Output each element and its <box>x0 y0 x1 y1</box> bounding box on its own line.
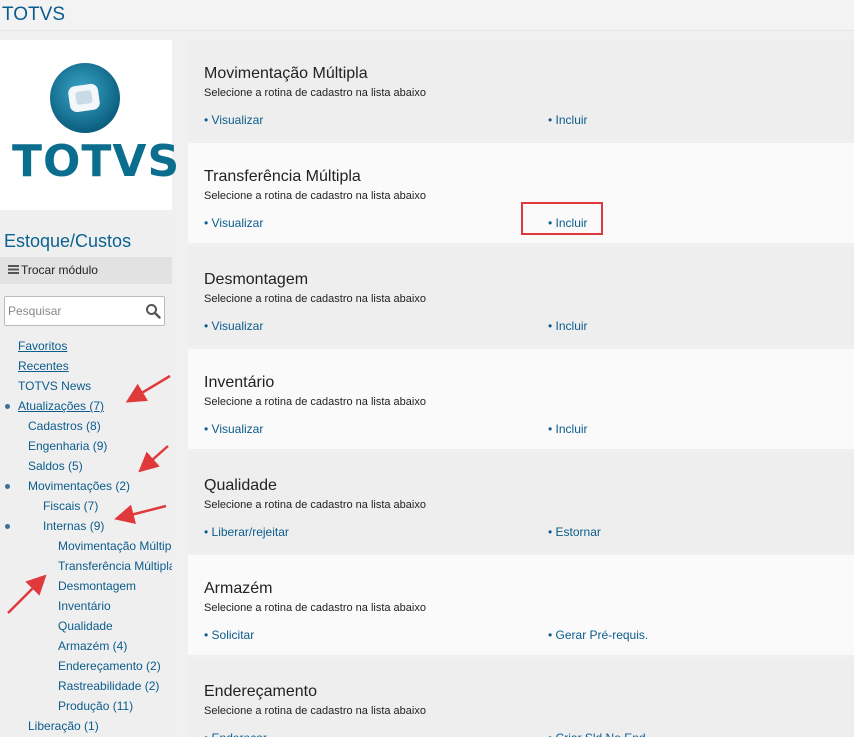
nav-item[interactable]: Rastreabilidade (2) <box>58 679 159 693</box>
search-icon[interactable] <box>145 303 161 319</box>
search-box <box>4 296 165 326</box>
nav-item[interactable]: Movimentações (2) <box>28 479 130 493</box>
nav-item[interactable]: Cadastros (8) <box>28 419 101 433</box>
nav-item[interactable]: Transferência Múltipla <box>58 559 172 573</box>
nav-item[interactable]: Engenharia (9) <box>28 439 107 453</box>
routine-panel: Movimentação Múltipla Selecione a rotina … <box>188 40 854 140</box>
nav-item[interactable]: Liberação (1) <box>28 719 99 733</box>
panel-right-action-link[interactable]: • Incluir <box>548 113 588 127</box>
routine-panel: Armazém Selecione a rotina de cadastro na… <box>188 555 854 655</box>
panel-subtitle: Selecione a rotina de cadastro na lista … <box>204 499 426 511</box>
panel-title: Inventário <box>204 374 275 391</box>
sidebar: Estoque/Custos Trocar módulo Favoritos Re… <box>0 219 172 737</box>
panel-subtitle: Selecione a rotina de cadastro na lista … <box>204 190 426 202</box>
routine-panel: Desmontagem Selecione a rotina de cadastr… <box>188 246 854 346</box>
nav-item[interactable]: Saldos (5) <box>28 459 83 473</box>
panel-right-action-link[interactable]: • Estornar <box>548 525 601 539</box>
panel-left-action-link[interactable]: • Solicitar <box>204 628 254 642</box>
panel-right-action-link[interactable]: • Gerar Pré-requis. <box>548 628 648 642</box>
logo-text: TOTVS <box>12 136 181 187</box>
routine-panel: Transferência Múltipla Selecione a rotina… <box>188 143 854 243</box>
panel-title: Qualidade <box>204 477 277 494</box>
panel-left-action-link[interactable]: • Visualizar <box>204 216 263 230</box>
logo-area: TOTVS <box>0 40 179 210</box>
change-module-button[interactable]: Trocar módulo <box>0 257 172 284</box>
panel-left-action-link[interactable]: • Liberar/rejeitar <box>204 525 289 539</box>
nav-item[interactable]: Fiscais (7) <box>43 499 98 513</box>
routine-panel: Qualidade Selecione a rotina de cadastro … <box>188 452 854 552</box>
panel-subtitle: Selecione a rotina de cadastro na lista … <box>204 602 426 614</box>
panel-right-action-link[interactable]: • Incluir <box>548 319 588 333</box>
main-content: Movimentação Múltipla Selecione a rotina … <box>188 40 854 737</box>
panel-title: Desmontagem <box>204 271 309 288</box>
hamburger-icon <box>8 265 19 274</box>
nav-item[interactable]: Movimentação Múltipla <box>58 539 172 553</box>
nav-item[interactable]: Armazém (4) <box>58 639 127 653</box>
panel-subtitle: Selecione a rotina de cadastro na lista … <box>204 396 426 408</box>
nav-item[interactable]: Inventário <box>58 599 111 613</box>
nav-item[interactable]: Desmontagem <box>58 579 136 593</box>
annotation-highlight-box <box>521 202 603 235</box>
panel-left-action-link[interactable]: • Enderecar <box>204 731 267 737</box>
routine-panel: Inventário Selecione a rotina de cadastro… <box>188 349 854 449</box>
panel-subtitle: Selecione a rotina de cadastro na lista … <box>204 293 426 305</box>
panel-left-action-link[interactable]: • Visualizar <box>204 113 263 127</box>
nav-item[interactable]: Internas (9) <box>43 519 104 533</box>
panel-left-action-link[interactable]: • Visualizar <box>204 422 263 436</box>
app-title: TOTVS <box>2 4 65 25</box>
nav-item[interactable]: Atualizações (7) <box>18 399 104 413</box>
nav-item[interactable]: Produção (11) <box>58 699 133 713</box>
nav-item[interactable]: Qualidade <box>58 619 113 633</box>
tree-expanded-bullet-icon <box>5 524 10 529</box>
panel-right-action-link[interactable]: • Incluir <box>548 422 588 436</box>
tree-expanded-bullet-icon <box>5 484 10 489</box>
nav-item[interactable]: Endereçamento (2) <box>58 659 161 673</box>
routine-panel: Endereçamento Selecione a rotina de cadas… <box>188 658 854 737</box>
nav-item[interactable]: TOTVS News <box>18 379 91 393</box>
panel-subtitle: Selecione a rotina de cadastro na lista … <box>204 87 426 99</box>
panel-title: Transferência Múltipla <box>204 168 361 185</box>
tree-expanded-bullet-icon <box>5 404 10 409</box>
panel-title: Armazém <box>204 580 273 597</box>
top-bar: TOTVS <box>0 0 854 31</box>
module-title: Estoque/Custos <box>4 231 132 251</box>
nav-item[interactable]: Recentes <box>18 359 69 373</box>
nav-item[interactable]: Favoritos <box>18 339 67 353</box>
totvs-logo-icon <box>50 63 120 133</box>
change-module-label: Trocar módulo <box>21 263 98 277</box>
panel-subtitle: Selecione a rotina de cadastro na lista … <box>204 705 426 717</box>
search-input[interactable] <box>8 303 138 319</box>
panel-left-action-link[interactable]: • Visualizar <box>204 319 263 333</box>
panel-right-action-link[interactable]: • Criar Sld No End <box>548 731 646 737</box>
panel-title: Movimentação Múltipla <box>204 65 368 82</box>
panel-title: Endereçamento <box>204 683 317 700</box>
